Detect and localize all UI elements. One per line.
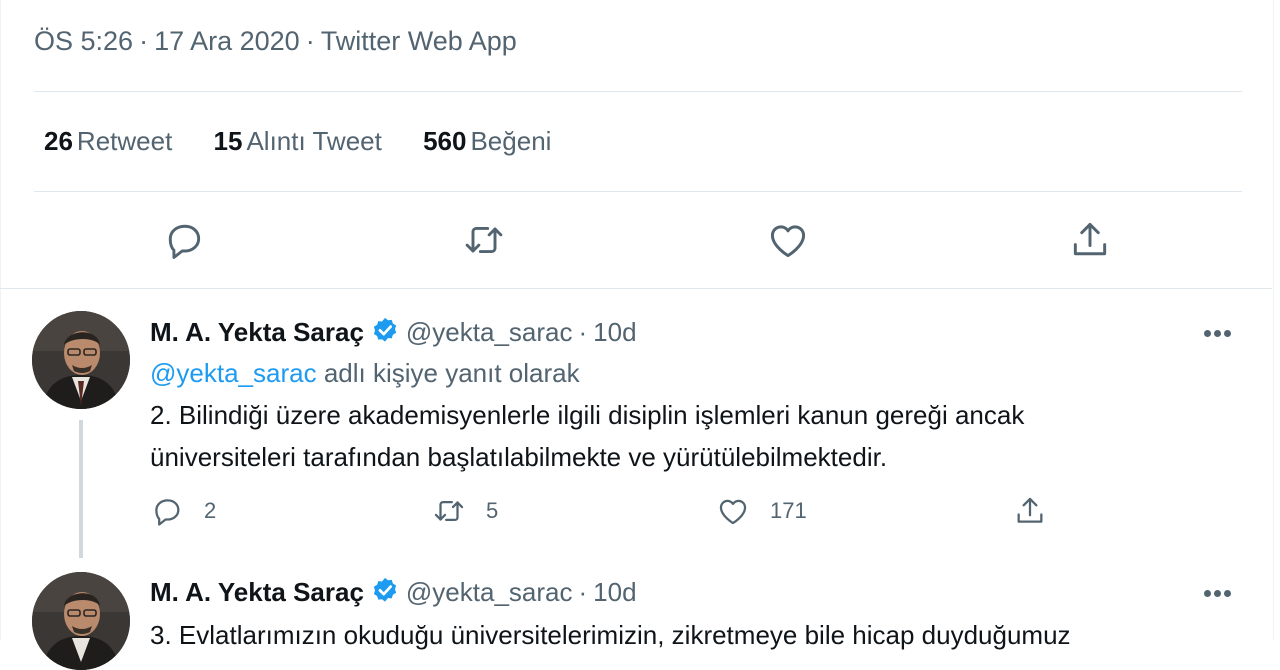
tweet-date: 17 Ara 2020 bbox=[154, 26, 300, 56]
author-name[interactable]: M. A. Yekta Saraç bbox=[150, 317, 364, 347]
replying-to: @yekta_sarac adlı kişiye yanıt olarak bbox=[150, 358, 580, 389]
reply-header: M. A. Yekta Saraç @yekta_sarac · 10d bbox=[150, 576, 637, 613]
reply-icon[interactable] bbox=[162, 218, 206, 262]
like-stat[interactable]: 560 Beğeni bbox=[423, 126, 551, 157]
more-options-icon[interactable] bbox=[1204, 584, 1240, 600]
header-separator: · bbox=[578, 577, 588, 607]
reply-header: M. A. Yekta Saraç @yekta_sarac · 10d bbox=[150, 316, 637, 353]
replying-suffix: adlı kişiye yanıt olarak bbox=[323, 358, 580, 388]
tweet-action-bar bbox=[0, 218, 1272, 266]
meta-separator: · bbox=[139, 26, 149, 56]
retweet-stat[interactable]: 26 Retweet bbox=[44, 126, 172, 157]
reply-button[interactable]: 2 bbox=[150, 494, 216, 528]
replying-mention-link[interactable]: @yekta_sarac bbox=[150, 358, 317, 388]
tweet-source[interactable]: Twitter Web App bbox=[321, 26, 517, 56]
verified-badge-icon bbox=[370, 316, 400, 353]
meta-separator: · bbox=[305, 26, 315, 56]
avatar[interactable] bbox=[32, 572, 130, 670]
reply-body: 3. Evlatlarımızın okuduğu üniversiteleri… bbox=[150, 614, 1210, 656]
header-separator: · bbox=[578, 317, 588, 347]
tweet-time: ÖS 5:26 bbox=[34, 26, 134, 56]
like-button[interactable]: 171 bbox=[716, 494, 807, 528]
section-separator bbox=[0, 288, 1272, 289]
avatar[interactable] bbox=[32, 311, 130, 409]
author-name[interactable]: M. A. Yekta Saraç bbox=[150, 577, 364, 607]
author-handle[interactable]: @yekta_sarac bbox=[406, 317, 573, 347]
engagement-stats: 26 Retweet 15 Alıntı Tweet 560 Beğeni bbox=[44, 126, 585, 157]
reply-text-line: üniversiteleri tarafından başlatılabilme… bbox=[150, 442, 888, 472]
reply-text-line: 3. Evlatlarımızın okuduğu üniversiteleri… bbox=[150, 620, 1071, 650]
divider bbox=[34, 91, 1242, 92]
reply-text-line: 2. Bilindiği üzere akademisyenlerle ilgi… bbox=[150, 400, 1025, 430]
retweet-count: 5 bbox=[486, 498, 499, 523]
reply-time[interactable]: 10d bbox=[593, 317, 636, 347]
reply-count: 2 bbox=[204, 498, 217, 523]
like-count: 171 bbox=[770, 498, 807, 523]
share-icon[interactable] bbox=[1068, 218, 1112, 262]
verified-badge-icon bbox=[370, 576, 400, 613]
reply-action-bar: 2 5 171 bbox=[0, 494, 1272, 534]
author-handle[interactable]: @yekta_sarac bbox=[406, 577, 573, 607]
thread-connector bbox=[79, 420, 83, 558]
like-icon[interactable] bbox=[766, 218, 810, 262]
reply-body: 2. Bilindiği üzere akademisyenlerle ilgi… bbox=[150, 394, 1210, 478]
tweet-timestamp[interactable]: ÖS 5:26 · 17 Ara 2020 · Twitter Web App bbox=[34, 26, 517, 57]
share-button[interactable] bbox=[1013, 494, 1067, 528]
more-options-icon[interactable] bbox=[1204, 324, 1240, 340]
divider bbox=[34, 191, 1242, 192]
retweet-button[interactable]: 5 bbox=[432, 494, 498, 528]
reply-time[interactable]: 10d bbox=[593, 577, 636, 607]
retweet-icon[interactable] bbox=[462, 218, 506, 262]
quote-tweet-stat[interactable]: 15 Alıntı Tweet bbox=[214, 126, 382, 157]
